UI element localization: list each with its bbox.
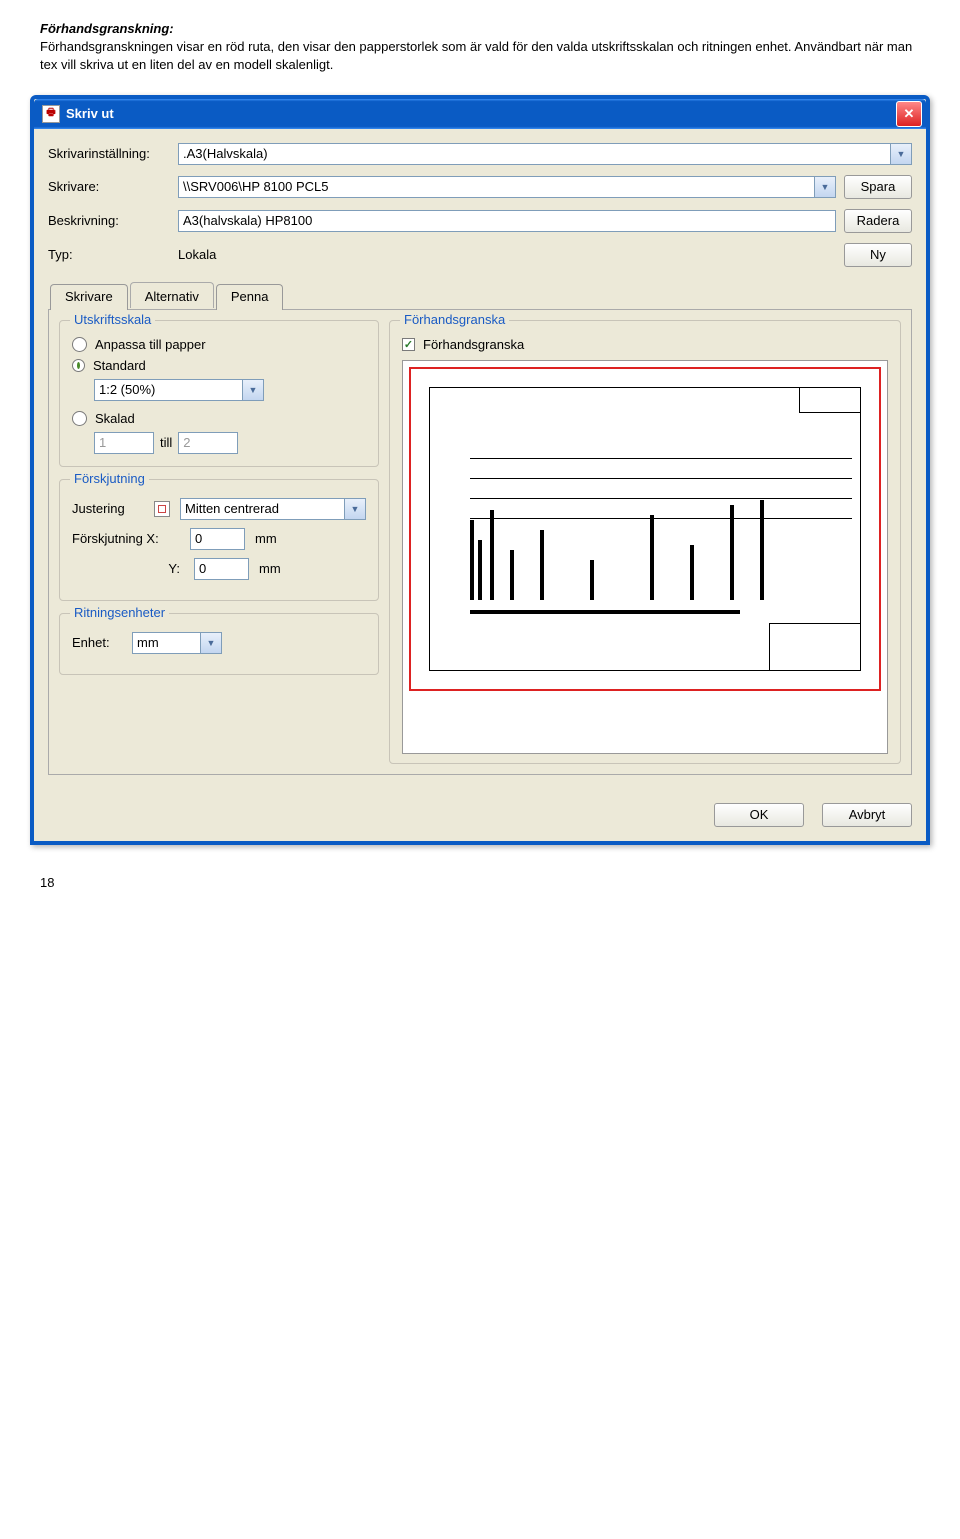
group-scale: Utskriftsskala Anpassa till papper Stand… <box>59 320 379 467</box>
scale-to-input[interactable]: 2 <box>178 432 238 454</box>
offset-y-input[interactable]: 0 <box>194 558 249 580</box>
ok-button[interactable]: OK <box>714 803 804 827</box>
radio-standard[interactable] <box>72 359 85 372</box>
titlebar[interactable]: 🖶 Skriv ut ✕ <box>34 99 926 129</box>
group-preview: Förhandsgranska Förhandsgranska <box>389 320 901 764</box>
label-type: Typ: <box>48 247 178 262</box>
radio-scaled[interactable] <box>72 411 87 426</box>
legend-scale: Utskriftsskala <box>70 312 155 327</box>
printer-setting-combo[interactable]: .A3(Halvskala) <box>178 143 912 165</box>
offset-x-input[interactable]: 0 <box>190 528 245 550</box>
dialog-title: Skriv ut <box>66 106 114 121</box>
tab-alternativ[interactable]: Alternativ <box>130 282 214 308</box>
drawing-preview <box>429 387 861 671</box>
center-icon <box>154 501 170 517</box>
radio-fit-label: Anpassa till papper <box>95 337 206 352</box>
chevron-down-icon[interactable] <box>890 144 911 164</box>
chevron-down-icon[interactable] <box>200 633 221 653</box>
radio-standard-label: Standard <box>93 358 146 373</box>
group-offset: Förskjutning Justering Mitten centrerad … <box>59 479 379 601</box>
justify-label: Justering <box>72 501 144 516</box>
label-description: Beskrivning: <box>48 213 178 228</box>
cancel-button[interactable]: Avbryt <box>822 803 912 827</box>
legend-offset: Förskjutning <box>70 471 149 486</box>
type-value: Lokala <box>178 247 836 262</box>
offset-y-label: Y: <box>72 561 184 576</box>
scale-select[interactable]: 1:2 (50%) <box>94 379 264 401</box>
doc-body: Förhandsgranskningen visar en röd ruta, … <box>40 38 920 74</box>
justify-select[interactable]: Mitten centrerad <box>180 498 366 520</box>
unit-label: mm <box>255 531 277 546</box>
legend-preview: Förhandsgranska <box>400 312 509 327</box>
preview-checkbox-label: Förhandsgranska <box>423 337 524 352</box>
chevron-down-icon[interactable] <box>814 177 835 197</box>
preview-area <box>402 360 888 754</box>
chevron-down-icon[interactable] <box>242 380 263 400</box>
scale-value: 1:2 (50%) <box>99 382 155 397</box>
tab-penna[interactable]: Penna <box>216 284 284 310</box>
description-value: A3(halvskala) HP8100 <box>183 213 312 228</box>
unit-label: Enhet: <box>72 635 122 650</box>
justify-value: Mitten centrerad <box>185 501 279 516</box>
delete-button[interactable]: Radera <box>844 209 912 233</box>
printer-value: \\SRV006\HP 8100 PCL5 <box>183 179 329 194</box>
radio-scaled-label: Skalad <box>95 411 135 426</box>
page-number: 18 <box>0 845 960 950</box>
preview-checkbox[interactable] <box>402 338 415 351</box>
label-printer: Skrivare: <box>48 179 178 194</box>
legend-units: Ritningsenheter <box>70 605 169 620</box>
printer-combo[interactable]: \\SRV006\HP 8100 PCL5 <box>178 176 836 198</box>
label-printer-setting: Skrivarinställning: <box>48 146 178 161</box>
unit-select[interactable]: mm <box>132 632 222 654</box>
radio-fit[interactable] <box>72 337 87 352</box>
new-button[interactable]: Ny <box>844 243 912 267</box>
tab-skrivare[interactable]: Skrivare <box>50 284 128 310</box>
scale-from-input[interactable]: 1 <box>94 432 154 454</box>
unit-label: mm <box>259 561 281 576</box>
save-button[interactable]: Spara <box>844 175 912 199</box>
app-icon: 🖶 <box>42 105 60 123</box>
doc-heading: Förhandsgranskning: <box>40 20 920 38</box>
printer-setting-value: .A3(Halvskala) <box>183 146 268 161</box>
print-dialog: 🖶 Skriv ut ✕ Skrivarinställning: .A3(Hal… <box>30 95 930 845</box>
description-input[interactable]: A3(halvskala) HP8100 <box>178 210 836 232</box>
paper-outline <box>409 367 881 691</box>
tab-panel: Utskriftsskala Anpassa till papper Stand… <box>48 309 912 775</box>
chevron-down-icon[interactable] <box>344 499 365 519</box>
unit-value: mm <box>137 635 159 650</box>
scale-to-label: till <box>160 435 172 450</box>
group-units: Ritningsenheter Enhet: mm <box>59 613 379 675</box>
offset-x-label: Förskjutning X: <box>72 531 180 546</box>
close-icon[interactable]: ✕ <box>896 101 922 127</box>
